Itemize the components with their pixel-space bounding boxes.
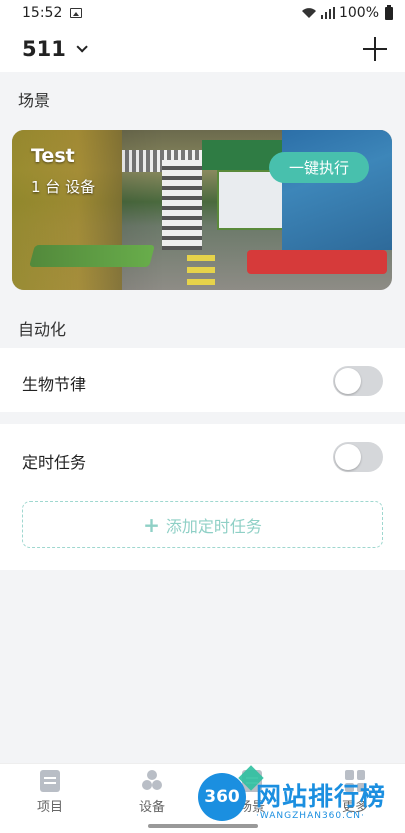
status-time: 15:52 (22, 5, 63, 21)
battery-icon (385, 4, 393, 20)
tab-devices[interactable]: 设备 (122, 770, 182, 815)
scene-name: Test (31, 145, 75, 167)
project-selector[interactable]: 511 (22, 37, 66, 61)
status-icons: 100% (301, 4, 393, 21)
signal-icon (320, 7, 335, 19)
image-notification-icon (70, 8, 83, 18)
watermark-badge: 360 (198, 773, 246, 821)
watermark-url: ·WANGZHAN360.CN· (256, 811, 365, 821)
toggle-knob (335, 368, 361, 394)
status-bar: 15:52 100% (0, 0, 405, 26)
add-timer-task-button[interactable]: + 添加定时任务 (22, 501, 383, 548)
tab-label: 项目 (36, 800, 63, 815)
scenes-section-title: 场景 (18, 91, 51, 110)
document-icon (40, 770, 60, 792)
plus-icon: + (143, 512, 160, 537)
automation-section-title: 自动化 (18, 320, 67, 339)
biorhythm-label: 生物节律 (22, 375, 87, 394)
biorhythm-toggle[interactable] (333, 366, 383, 396)
watermark-text: 网站排行榜 (256, 782, 387, 811)
tab-projects[interactable]: 项目 (20, 770, 80, 815)
home-indicator[interactable] (148, 824, 258, 828)
chevron-down-icon[interactable] (76, 41, 88, 53)
devices-icon (142, 770, 162, 792)
scene-card[interactable]: Test 1 台 设备 一键执行 (12, 130, 392, 290)
timer-label: 定时任务 (22, 453, 87, 472)
watermark-logo: 360 网站排行榜 ·WANGZHAN360.CN· (198, 765, 405, 825)
automation-header: 自动化 (0, 300, 405, 348)
add-icon[interactable] (363, 37, 387, 61)
add-timer-label: 添加定时任务 (165, 516, 262, 536)
tab-label: 设备 (138, 800, 165, 815)
scene-device-count: 1 台 设备 (31, 178, 96, 196)
app-header: 511 (0, 26, 405, 72)
toggle-knob (335, 444, 361, 470)
run-scene-button[interactable]: 一键执行 (269, 152, 369, 183)
wifi-icon (301, 8, 316, 18)
timer-toggle[interactable] (333, 442, 383, 472)
biorhythm-row[interactable]: 生物节律 (0, 348, 405, 412)
battery-percent: 100% (338, 5, 379, 21)
timer-panel: 定时任务 (0, 424, 405, 570)
